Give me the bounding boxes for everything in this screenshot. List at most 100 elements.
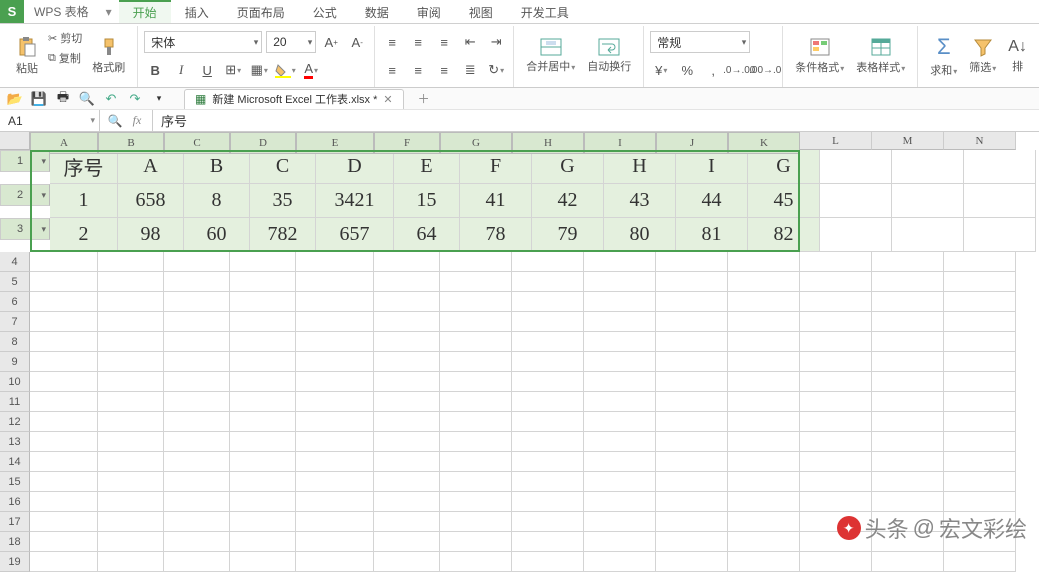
justify-icon[interactable]: ≣: [459, 59, 481, 81]
cell[interactable]: [512, 272, 584, 292]
cell[interactable]: [872, 352, 944, 372]
cell[interactable]: [164, 332, 230, 352]
cell[interactable]: [30, 452, 98, 472]
cell[interactable]: [944, 292, 1016, 312]
cell[interactable]: [512, 412, 584, 432]
cell[interactable]: [374, 372, 440, 392]
cell[interactable]: [230, 292, 296, 312]
cell[interactable]: [872, 432, 944, 452]
comma-icon[interactable]: ,: [702, 59, 724, 81]
menu-tab-7[interactable]: 开发工具: [507, 0, 583, 23]
align-center-icon[interactable]: ≡: [407, 59, 429, 81]
cell[interactable]: [800, 272, 872, 292]
cell[interactable]: [584, 292, 656, 312]
cell[interactable]: [892, 150, 964, 184]
decrease-indent-icon[interactable]: ⇤: [459, 31, 481, 53]
merge-center-button[interactable]: 合并居中: [520, 28, 581, 84]
cell[interactable]: [440, 392, 512, 412]
sum-button[interactable]: Σ 求和: [924, 28, 963, 84]
menu-tab-0[interactable]: 开始: [119, 0, 171, 23]
row-header[interactable]: 5: [0, 272, 30, 292]
cell[interactable]: [296, 432, 374, 452]
cell[interactable]: [656, 532, 728, 552]
font-name-select[interactable]: 宋体: [144, 31, 262, 53]
cell[interactable]: [944, 332, 1016, 352]
cell[interactable]: 41: [460, 184, 532, 218]
cell[interactable]: [164, 452, 230, 472]
font-color-button[interactable]: A: [300, 59, 322, 81]
cell[interactable]: [944, 432, 1016, 452]
cell[interactable]: [374, 492, 440, 512]
cell[interactable]: [296, 292, 374, 312]
fx-icon[interactable]: fx: [128, 113, 146, 128]
wrap-text-button[interactable]: 自动换行: [581, 28, 637, 84]
cell[interactable]: [30, 512, 98, 532]
cell[interactable]: I: [676, 150, 748, 184]
cell[interactable]: [656, 252, 728, 272]
cell[interactable]: 35: [250, 184, 316, 218]
cell[interactable]: 42: [532, 184, 604, 218]
cell[interactable]: [728, 272, 800, 292]
row-header[interactable]: 3: [0, 218, 50, 240]
cell[interactable]: C: [250, 150, 316, 184]
spreadsheet-grid[interactable]: ABCDEFGHIJKLMN 1序号ABCDEFGHIG216588353421…: [0, 132, 1039, 572]
cell[interactable]: [374, 312, 440, 332]
column-header[interactable]: K: [728, 132, 800, 154]
font-size-select[interactable]: 20: [266, 31, 316, 53]
cell[interactable]: 658: [118, 184, 184, 218]
cell[interactable]: [440, 352, 512, 372]
percent-icon[interactable]: %: [676, 59, 698, 81]
cell[interactable]: 43: [604, 184, 676, 218]
cell[interactable]: [872, 472, 944, 492]
cell[interactable]: [30, 432, 98, 452]
cell[interactable]: B: [184, 150, 250, 184]
redo-icon[interactable]: ↷: [126, 90, 144, 108]
undo-icon[interactable]: ↶: [102, 90, 120, 108]
cell[interactable]: [164, 292, 230, 312]
cell[interactable]: [800, 312, 872, 332]
cell[interactable]: [30, 412, 98, 432]
menu-tab-6[interactable]: 视图: [455, 0, 507, 23]
cell[interactable]: [164, 552, 230, 572]
cell[interactable]: [30, 492, 98, 512]
cell[interactable]: [374, 272, 440, 292]
cell[interactable]: E: [394, 150, 460, 184]
cell[interactable]: [656, 492, 728, 512]
cell[interactable]: [800, 292, 872, 312]
cell[interactable]: [800, 552, 872, 572]
cell[interactable]: [728, 372, 800, 392]
cell[interactable]: [872, 392, 944, 412]
cell[interactable]: [440, 272, 512, 292]
cell[interactable]: [820, 184, 892, 218]
cell[interactable]: [872, 552, 944, 572]
cell[interactable]: [230, 452, 296, 472]
app-menu-caret[interactable]: ▾: [99, 0, 119, 23]
cell[interactable]: [164, 412, 230, 432]
cell[interactable]: [30, 292, 98, 312]
cell[interactable]: D: [316, 150, 394, 184]
cell[interactable]: [892, 184, 964, 218]
cell[interactable]: [800, 452, 872, 472]
preview-icon[interactable]: 🔍: [78, 90, 96, 108]
column-header[interactable]: L: [800, 132, 872, 150]
search-icon[interactable]: 🔍: [106, 114, 124, 128]
table-style-button[interactable]: 表格样式: [850, 28, 911, 84]
cell[interactable]: [944, 272, 1016, 292]
cell[interactable]: [164, 352, 230, 372]
cell[interactable]: [512, 252, 584, 272]
save-icon[interactable]: 💾: [30, 90, 48, 108]
cell[interactable]: [164, 312, 230, 332]
cell[interactable]: [584, 252, 656, 272]
decrease-decimal-icon[interactable]: .00→.0: [754, 59, 776, 81]
cell[interactable]: [30, 552, 98, 572]
cell[interactable]: [98, 432, 164, 452]
cell[interactable]: 81: [676, 218, 748, 252]
bold-button[interactable]: B: [144, 59, 166, 81]
cell[interactable]: [440, 472, 512, 492]
cell[interactable]: [656, 292, 728, 312]
cell[interactable]: [512, 292, 584, 312]
row-header[interactable]: 14: [0, 452, 30, 472]
column-header[interactable]: J: [656, 132, 728, 154]
cell[interactable]: [512, 392, 584, 412]
cell[interactable]: [296, 512, 374, 532]
